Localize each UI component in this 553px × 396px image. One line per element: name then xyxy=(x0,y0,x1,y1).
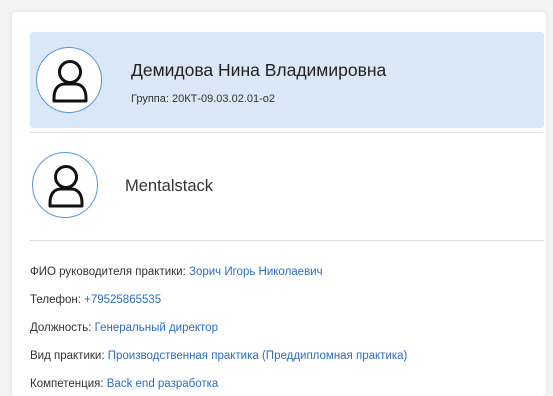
supervisor-label: ФИО руководителя практики: xyxy=(30,266,186,278)
company-avatar xyxy=(32,152,98,218)
practice-type-line: Вид практики: Производственная практика … xyxy=(30,346,544,374)
competence-line: Компетенция: Back end разработка xyxy=(30,374,544,396)
phone-label: Телефон: xyxy=(30,294,81,306)
supervisor-value[interactable]: Зорич Игорь Николаевич xyxy=(189,266,323,278)
company-name: Mentalstack xyxy=(125,177,214,195)
position-value[interactable]: Генеральный директор xyxy=(95,322,218,334)
user-icon xyxy=(52,60,88,103)
practice-type-label: Вид практики: xyxy=(30,350,105,362)
practice-type-value[interactable]: Производственная практика (Преддипломная… xyxy=(108,350,408,362)
supervisor-line: ФИО руководителя практики: Зорич Игорь Н… xyxy=(30,262,544,290)
student-name: Демидова Нина Владимировна xyxy=(131,60,387,80)
position-label: Должность: xyxy=(30,322,92,334)
company-row[interactable]: Mentalstack xyxy=(30,136,544,236)
user-icon xyxy=(48,165,84,208)
competence-label: Компетенция: xyxy=(30,378,104,390)
competence-value[interactable]: Back end разработка xyxy=(107,378,219,390)
student-avatar xyxy=(36,47,102,113)
student-group: Группа: 20КТ-09.03.02.01-о2 xyxy=(131,93,276,105)
divider xyxy=(30,132,544,133)
practice-info-list: ФИО руководителя практики: Зорич Игорь Н… xyxy=(30,262,544,396)
student-panel[interactable]: Демидова Нина Владимировна Группа: 20КТ-… xyxy=(30,32,544,128)
divider xyxy=(30,240,544,241)
position-line: Должность: Генеральный директор xyxy=(30,318,544,346)
phone-line: Телефон: +79525865535 xyxy=(30,290,544,318)
phone-value[interactable]: +79525865535 xyxy=(84,294,161,306)
practice-card: Демидова Нина Владимировна Группа: 20КТ-… xyxy=(12,12,546,396)
